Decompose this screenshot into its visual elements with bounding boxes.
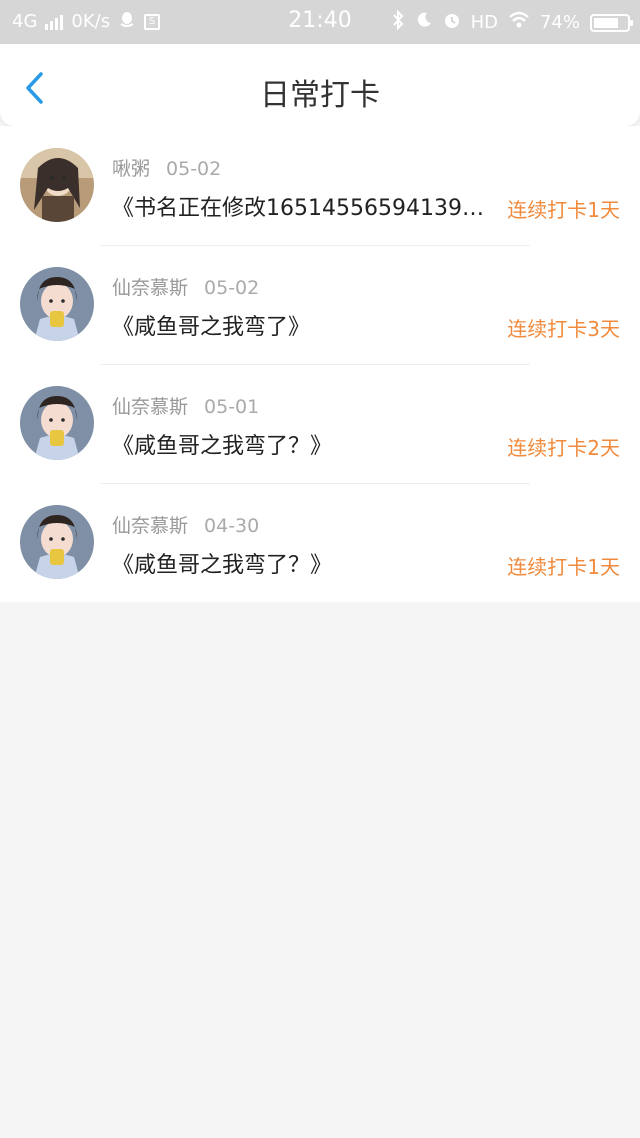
list-item[interactable]: 仙奈慕斯 05-01 《咸鱼哥之我弯了？》 连续打卡2天 xyxy=(0,364,640,483)
username: 仙奈慕斯 xyxy=(112,396,189,418)
battery-icon xyxy=(590,13,633,32)
page-title: 日常打卡 xyxy=(260,78,380,113)
avatar[interactable] xyxy=(20,505,94,579)
avatar[interactable] xyxy=(20,267,94,341)
username: 仙奈慕斯 xyxy=(112,515,189,537)
header: 日常打卡 xyxy=(0,44,640,126)
checkin-date: 05-02 xyxy=(166,158,222,180)
checkin-list: 啾粥 05-02 《书名正在修改16514556594139… 连续打卡1天 仙奈… xyxy=(0,126,640,602)
bluetooth-icon xyxy=(391,9,405,35)
status-right: HD 74% xyxy=(391,9,633,35)
moon-icon xyxy=(415,11,433,34)
meta-line: 仙奈慕斯 05-02 xyxy=(112,273,259,300)
list-item[interactable]: 仙奈慕斯 05-02 《咸鱼哥之我弯了》 连续打卡3天 xyxy=(0,245,640,364)
status-bar: 4G 0K/s S 21:40 HD 74% xyxy=(0,0,640,44)
meta-line: 仙奈慕斯 04-30 xyxy=(112,511,259,538)
meta-line: 仙奈慕斯 05-01 xyxy=(112,392,259,419)
username: 啾粥 xyxy=(112,158,151,180)
checkin-date: 05-02 xyxy=(204,277,260,299)
wifi-icon xyxy=(508,11,530,34)
streak-label: 连续打卡1天 xyxy=(507,198,620,222)
hd-label: HD xyxy=(470,12,498,33)
checkin-date: 04-30 xyxy=(204,515,260,537)
book-title: 《咸鱼哥之我弯了？》 xyxy=(112,553,333,578)
avatar[interactable] xyxy=(20,148,94,222)
alarm-icon xyxy=(443,11,461,34)
battery-percent: 74% xyxy=(539,12,580,33)
username: 仙奈慕斯 xyxy=(112,277,189,299)
streak-label: 连续打卡1天 xyxy=(507,555,620,579)
streak-label: 连续打卡3天 xyxy=(507,317,620,341)
book-title: 《咸鱼哥之我弯了？》 xyxy=(112,434,333,459)
checkin-date: 05-01 xyxy=(204,396,260,418)
book-title: 《书名正在修改16514556594139… xyxy=(112,196,484,221)
list-item[interactable]: 啾粥 05-02 《书名正在修改16514556594139… 连续打卡1天 xyxy=(0,126,640,245)
meta-line: 啾粥 05-02 xyxy=(112,154,221,181)
list-item[interactable]: 仙奈慕斯 04-30 《咸鱼哥之我弯了？》 连续打卡1天 xyxy=(0,483,640,602)
book-title: 《咸鱼哥之我弯了》 xyxy=(112,315,311,340)
streak-label: 连续打卡2天 xyxy=(507,436,620,460)
avatar[interactable] xyxy=(20,386,94,460)
